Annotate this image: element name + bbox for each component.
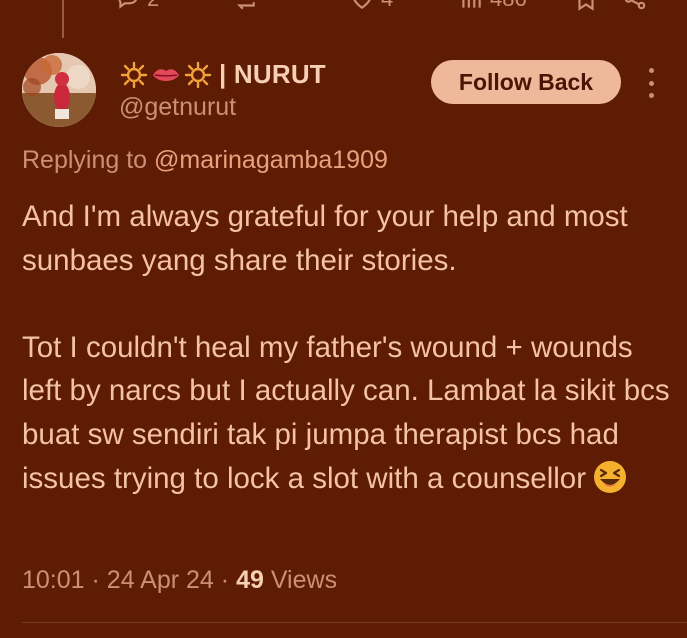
- thread-connector-line: [62, 0, 64, 38]
- sun-icon: [119, 61, 149, 89]
- tweet-paragraph-2: Tot I couldn't heal my father's wound + …: [22, 326, 672, 500]
- like-count: 4: [381, 0, 393, 12]
- views-chart-icon: [462, 0, 481, 8]
- meta-separator: ·: [91, 566, 100, 594]
- replying-mention-link[interactable]: @marinagamba1909: [154, 146, 388, 174]
- heart-icon: [353, 0, 371, 9]
- views-count-top: 486: [490, 0, 527, 12]
- reply-icon: [118, 0, 138, 9]
- user-handle[interactable]: @getnurut: [119, 93, 236, 122]
- tweet-date[interactable]: 24 Apr 24: [107, 566, 214, 594]
- avatar-image: [22, 53, 96, 127]
- share-icon: [624, 0, 646, 10]
- laughing-face-icon: [592, 459, 628, 495]
- bookmark-action[interactable]: [573, 0, 599, 12]
- views-action[interactable]: 486: [458, 0, 527, 12]
- repost-action[interactable]: [232, 0, 258, 12]
- follow-back-button[interactable]: Follow Back: [431, 60, 621, 104]
- divider: [22, 622, 687, 623]
- tweet-detail-screen: 2 4 486: [0, 0, 687, 638]
- reply-count: 2: [147, 0, 159, 12]
- like-action[interactable]: 4: [349, 0, 393, 12]
- repost-icon: [236, 2, 255, 10]
- views-count[interactable]: 49: [236, 566, 264, 594]
- avatar[interactable]: [22, 53, 96, 127]
- more-options-icon[interactable]: [641, 68, 661, 98]
- tweet-meta: 10:01 · 24 Apr 24 · 49 Views: [22, 566, 337, 595]
- replying-to: Replying to @marinagamba1909: [22, 146, 388, 175]
- sun-icon: [183, 61, 213, 89]
- tweet-paragraph-1: And I'm always grateful for your help an…: [22, 200, 628, 277]
- meta-separator: ·: [220, 566, 230, 594]
- tweet-text: And I'm always grateful for your help an…: [22, 195, 672, 500]
- bookmark-icon: [578, 0, 594, 11]
- display-name-text: | NURUT: [219, 59, 326, 89]
- replying-prefix: Replying to: [22, 146, 148, 174]
- lips-icon: [151, 61, 181, 89]
- tweet-paragraph-2-text: Tot I couldn't heal my father's wound + …: [22, 330, 670, 495]
- tweet-time[interactable]: 10:01: [22, 566, 85, 594]
- views-label: Views: [270, 566, 338, 594]
- reply-action[interactable]: 2: [115, 0, 159, 12]
- share-action[interactable]: [622, 0, 648, 12]
- display-name[interactable]: | NURUT: [119, 59, 326, 90]
